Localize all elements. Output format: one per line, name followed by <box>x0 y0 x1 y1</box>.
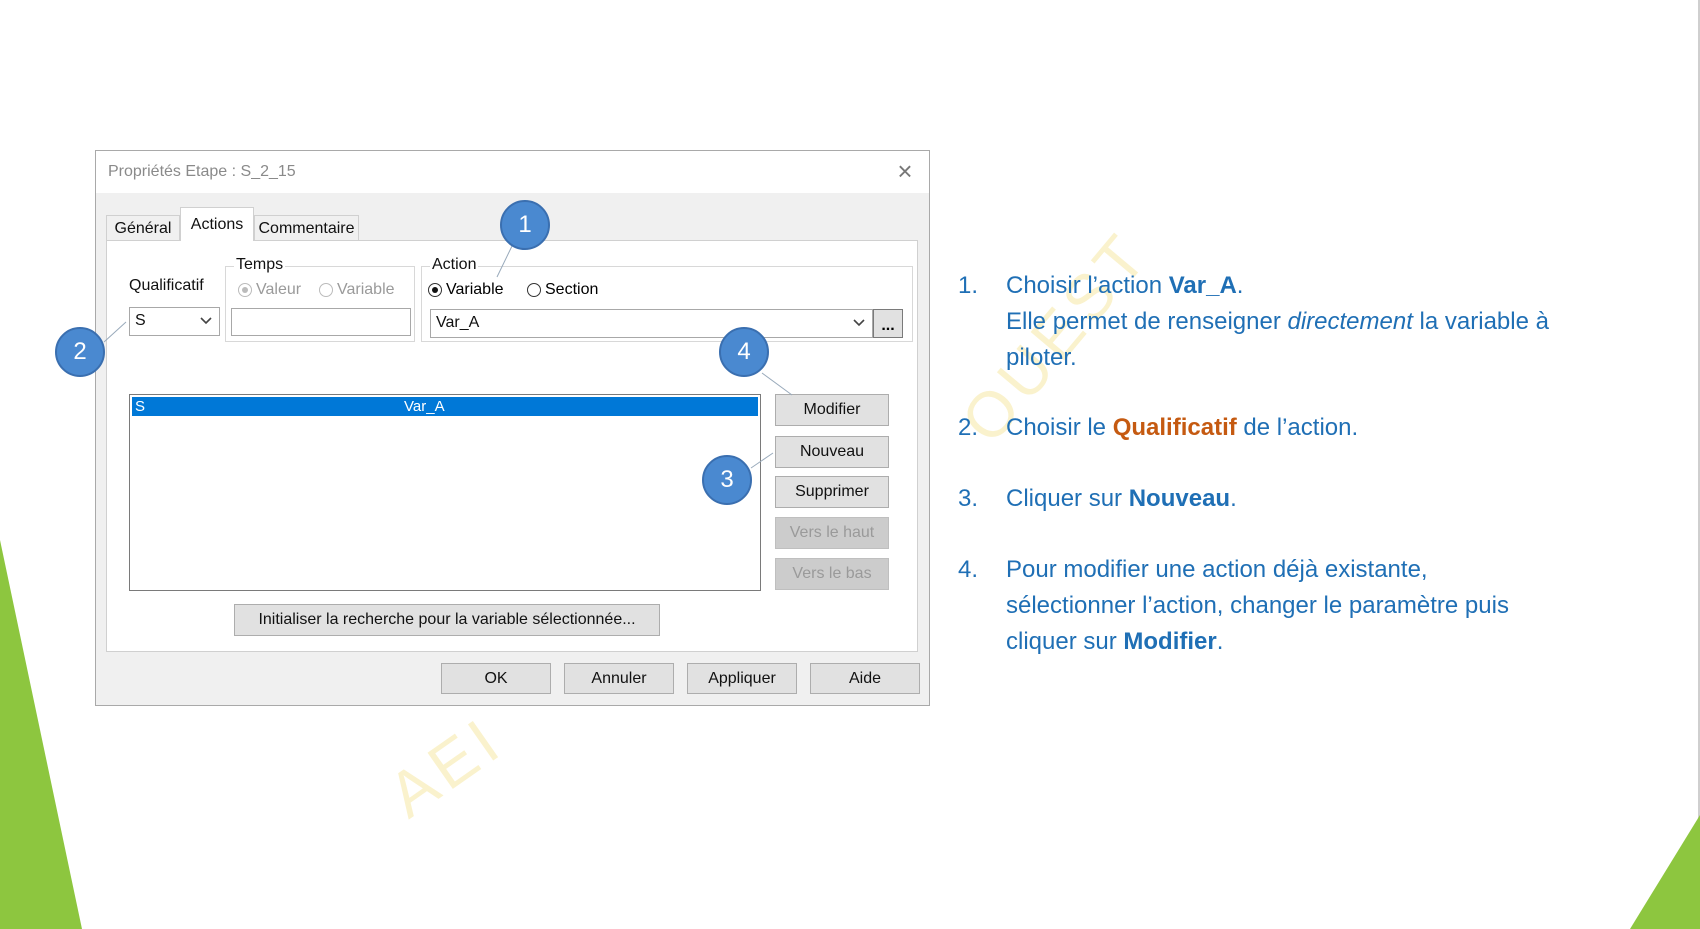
leader-line-3 <box>750 452 774 469</box>
step-2-highlight: Qualificatif <box>1112 414 1237 441</box>
step-4-line1: Pour modifier une action déjà existante, <box>1006 556 1428 583</box>
step-2-number: 2. <box>958 414 979 441</box>
step-3-text: Cliquer sur Nouveau. <box>1006 481 1656 517</box>
step-3-number: 3. <box>958 485 979 512</box>
step-4-number: 4. <box>958 556 979 583</box>
step-4-line3-a: cliquer sur <box>1006 628 1124 655</box>
step-2-text-a: Choisir le <box>1006 414 1113 441</box>
tab-actions[interactable]: Actions <box>180 207 254 241</box>
step-1-line2-a: Elle permet de renseigner <box>1006 308 1288 335</box>
step-1-line2-b: la variable à <box>1412 308 1549 335</box>
step-3-text-c: . <box>1230 485 1237 512</box>
leader-line-1 <box>496 245 513 278</box>
callout-leader-lines <box>103 245 793 469</box>
step-4-highlight: Modifier <box>1123 628 1217 655</box>
step-4-line2: sélectionner l’action, changer le paramè… <box>1006 592 1509 619</box>
step-4-text: Pour modifier une action déjà existante,… <box>1006 552 1656 660</box>
step-1-highlight: Var_A <box>1168 272 1237 299</box>
step-1-text-c: . <box>1236 272 1244 299</box>
step-1-text-a: Choisir l’action <box>1006 272 1169 299</box>
step-1-text: Choisir l’action Var_A. Elle permet de r… <box>1006 268 1656 376</box>
step-1-number: 1. <box>958 272 979 299</box>
step-1-italic: directement <box>1287 308 1413 335</box>
step-4-line3-c: . <box>1216 628 1224 655</box>
leader-line-2 <box>103 321 127 343</box>
step-3-highlight: Nouveau <box>1128 485 1231 512</box>
step-2-text: Choisir le Qualificatif de l’action. <box>1006 410 1656 446</box>
callout-4: 4 <box>719 327 769 377</box>
leader-line-4 <box>761 372 793 396</box>
step-2-text-c: de l’action. <box>1236 414 1359 441</box>
callout-3: 3 <box>702 455 752 505</box>
callout-2: 2 <box>55 327 105 377</box>
step-1-line3: piloter. <box>1006 344 1077 371</box>
step-3-text-a: Cliquer sur <box>1006 485 1129 512</box>
callout-1: 1 <box>500 200 550 250</box>
